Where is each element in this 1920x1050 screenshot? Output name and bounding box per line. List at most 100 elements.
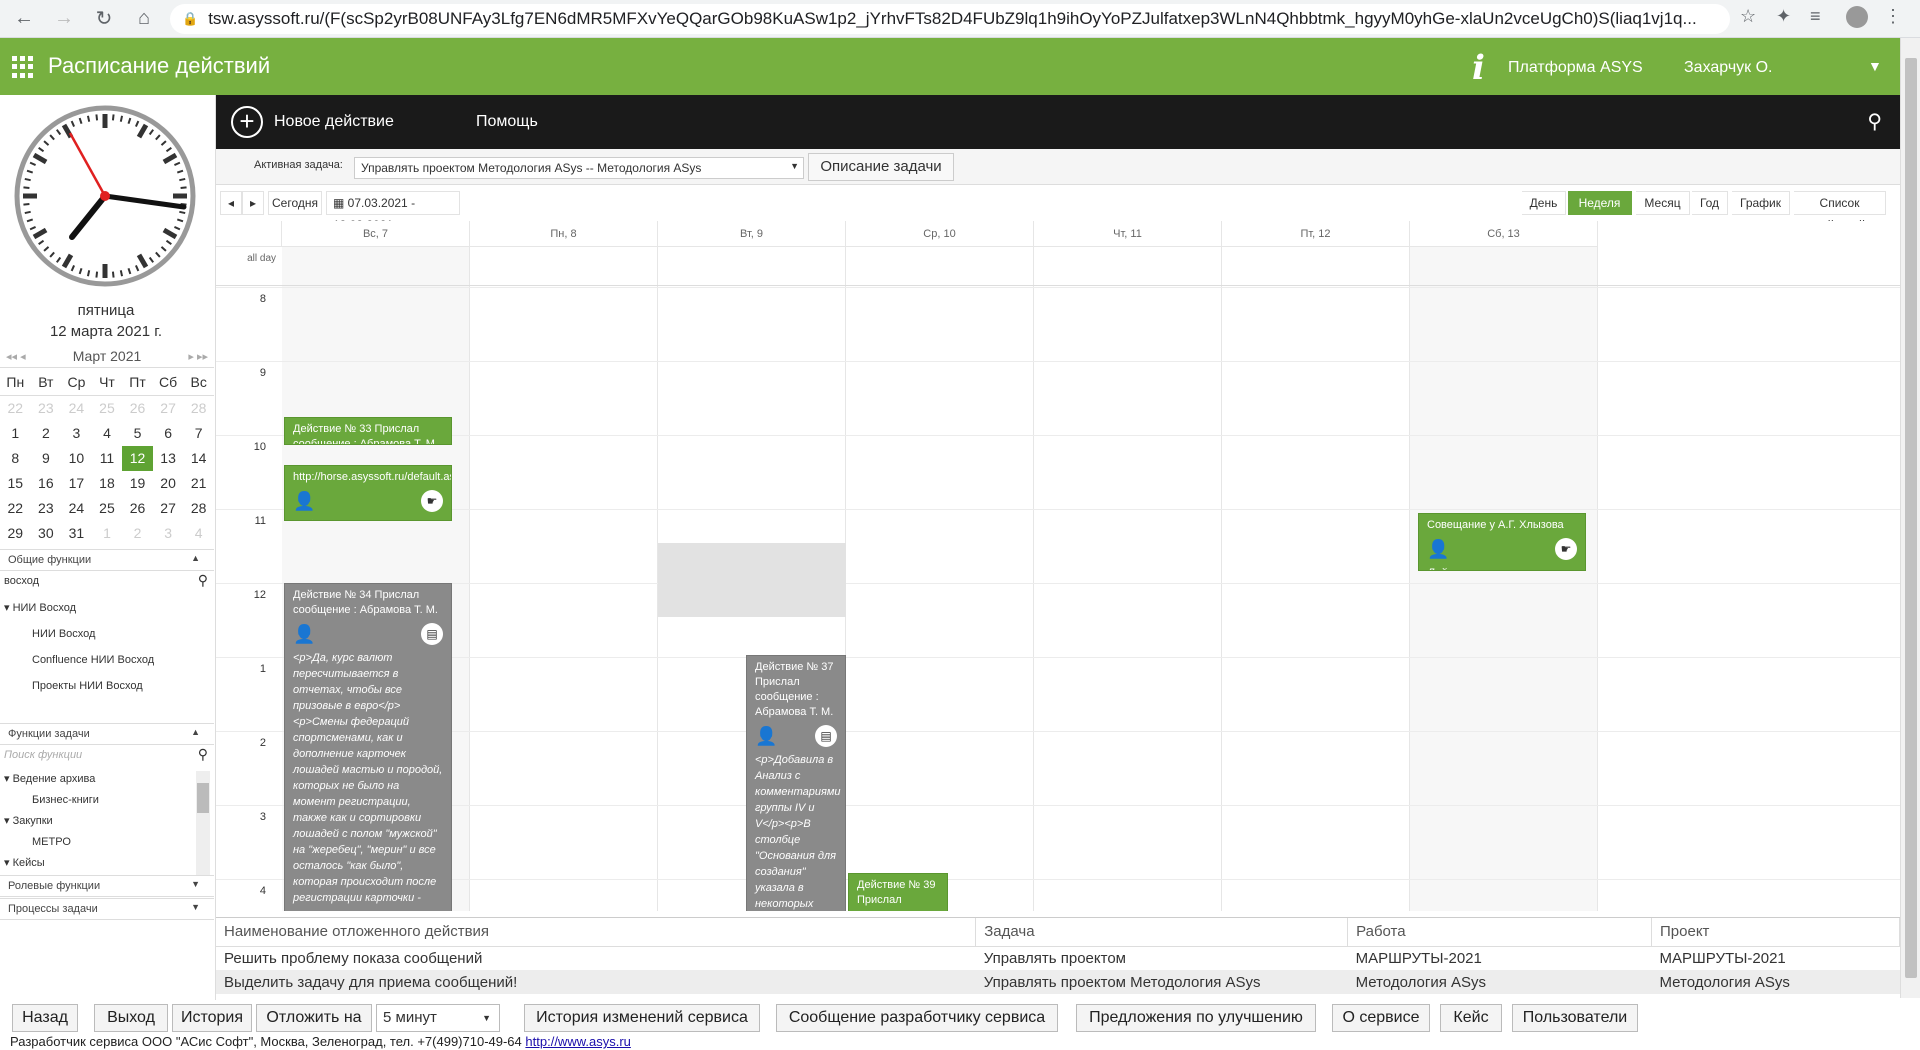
calendar-day[interactable]: 5 — [122, 421, 153, 446]
task-functions-header[interactable]: Функции задачи ▲ — [0, 723, 214, 745]
tree-node[interactable]: ▾ Ведение архива — [0, 769, 200, 790]
calendar-day[interactable]: 23 — [31, 496, 62, 521]
today-button[interactable]: Сегодня — [268, 191, 322, 215]
date-range-picker[interactable]: ▦ 07.03.2021 - 13.03.2021 — [326, 191, 460, 232]
profile-avatar[interactable] — [1846, 6, 1868, 28]
calendar-day[interactable]: 31 — [61, 521, 92, 546]
event-meeting[interactable]: Совещание у А.Г. Хлызова👤☛Действие выпол… — [1418, 513, 1586, 571]
service-history-button[interactable]: История изменений сервиса — [524, 1004, 760, 1032]
calendar-day[interactable]: 24 — [61, 496, 92, 521]
about-service-button[interactable]: О сервисе — [1332, 1004, 1430, 1032]
expand-down-icon[interactable]: ▼ — [191, 902, 200, 912]
calendar-day[interactable]: 19 — [122, 471, 153, 496]
tree-leaf[interactable]: НИИ Восход — [0, 621, 200, 647]
calendar-day[interactable]: 29 — [0, 521, 31, 546]
suggestions-button[interactable]: Предложения по улучшению — [1076, 1004, 1316, 1032]
back-button[interactable]: Назад — [12, 1004, 78, 1032]
search-icon[interactable]: ⚲ — [1867, 109, 1882, 134]
view-button[interactable]: День — [1522, 191, 1566, 215]
view-button[interactable]: График — [1732, 191, 1790, 215]
postpone-select[interactable]: 5 минут ▼ — [376, 1004, 500, 1032]
day-header[interactable]: Пн, 8 — [470, 221, 658, 247]
day-column[interactable] — [1410, 247, 1598, 911]
table-row[interactable]: Решить проблему показа сообщений Управлят… — [216, 946, 1900, 970]
message-icon[interactable]: ▤ — [421, 623, 443, 645]
calendar-day[interactable]: 18 — [92, 471, 123, 496]
view-button[interactable]: Список действий — [1794, 191, 1886, 232]
calendar-day[interactable]: 24 — [61, 396, 92, 421]
help-button[interactable]: Помощь — [476, 113, 538, 131]
calendar-day[interactable]: 20 — [153, 471, 184, 496]
calendar-day[interactable]: 7 — [183, 421, 214, 446]
day-header[interactable]: Вс, 7 — [282, 221, 470, 247]
event-37[interactable]: Действие № 37 Прислал сообщение : Абрамо… — [746, 655, 846, 911]
table-row[interactable]: Выделить задачу для приема сообщений! Упр… — [216, 970, 1900, 994]
calendar-day[interactable]: 30 — [31, 521, 62, 546]
column-header[interactable]: Проект — [1651, 918, 1900, 947]
view-button[interactable]: Год — [1692, 191, 1728, 215]
expand-triangle-icon[interactable]: ▾ — [4, 857, 13, 869]
new-action-button[interactable]: Новое действие — [274, 113, 394, 131]
common-functions-header[interactable]: Общие функции ▲ — [0, 549, 214, 571]
collapse-up-icon[interactable]: ▲ — [191, 553, 200, 563]
calendar-day[interactable]: 10 — [61, 446, 92, 471]
person-icon[interactable]: 👤 — [293, 491, 315, 512]
day-header[interactable]: Сб, 13 — [1410, 221, 1598, 247]
day-column[interactable] — [1222, 247, 1410, 911]
calendar-day[interactable]: 25 — [92, 496, 123, 521]
calendar-day[interactable]: 9 — [31, 446, 62, 471]
calendar-day[interactable]: 22 — [0, 496, 31, 521]
page-scrollbar[interactable] — [1900, 38, 1920, 998]
day-column[interactable] — [470, 247, 658, 911]
event-url[interactable]: http://horse.asyssoft.ru/default.aspx👤☛Д… — [284, 465, 452, 521]
exit-button[interactable]: Выход — [94, 1004, 168, 1032]
calendar-day[interactable]: 27 — [153, 496, 184, 521]
star-icon[interactable]: ☆ — [1740, 6, 1756, 27]
message-developer-button[interactable]: Сообщение разработчику сервиса — [776, 1004, 1058, 1032]
footer-link[interactable]: http://www.asys.ru — [525, 1034, 630, 1049]
plus-circle-icon[interactable]: + — [231, 106, 263, 138]
calendar-day[interactable]: 28 — [183, 396, 214, 421]
calendar-day[interactable]: 15 — [0, 471, 31, 496]
day-column[interactable] — [846, 247, 1034, 911]
column-header[interactable]: Наименование отложенного действия — [216, 918, 977, 947]
column-header[interactable]: Работа — [1347, 918, 1653, 947]
role-functions-header[interactable]: Ролевые функции ▼ — [0, 875, 214, 897]
tree-scrollbar[interactable] — [196, 771, 210, 875]
calendar-day[interactable]: 21 — [183, 471, 214, 496]
calendar-day[interactable]: 14 — [183, 446, 214, 471]
calendar-day[interactable]: 1 — [92, 521, 123, 546]
tree-leaf[interactable]: Бизнес-книги — [0, 790, 200, 811]
postpone-button[interactable]: Отложить на — [256, 1004, 372, 1032]
next-week-icon[interactable]: ▸ — [242, 191, 264, 215]
calendar-day[interactable]: 17 — [61, 471, 92, 496]
expand-triangle-icon[interactable]: ▾ — [4, 773, 13, 785]
user-dropdown-icon[interactable]: ▼ — [1868, 58, 1882, 74]
tree-node[interactable]: ▾ Закупки — [0, 811, 200, 832]
calendar-day[interactable]: 8 — [0, 446, 31, 471]
day-header[interactable]: Ср, 10 — [846, 221, 1034, 247]
event-33[interactable]: Действие № 33 Прислал сообщение : Абрамо… — [284, 417, 452, 445]
users-button[interactable]: Пользователи — [1512, 1004, 1638, 1032]
common-search-input[interactable]: восход ⚲ — [0, 571, 214, 593]
next-year-icon[interactable]: ▸ ▸▸ — [188, 350, 208, 363]
task-processes-header[interactable]: Процессы задачи ▼ — [0, 898, 214, 920]
back-arrow-icon[interactable]: ← — [8, 3, 40, 35]
tree-leaf[interactable]: Проекты НИИ Восход — [0, 673, 200, 699]
day-header[interactable]: Чт, 11 — [1034, 221, 1222, 247]
calendar-day[interactable]: 22 — [0, 396, 31, 421]
calendar-day[interactable]: 27 — [153, 396, 184, 421]
extensions-icon[interactable]: ✦ — [1776, 6, 1791, 27]
person-clock-icon[interactable]: 👤 — [755, 726, 777, 747]
calendar-day[interactable]: 3 — [61, 421, 92, 446]
info-icon[interactable]: i — [1472, 48, 1485, 88]
calendar-day[interactable]: 11 — [92, 446, 123, 471]
expand-triangle-icon[interactable]: ▾ — [4, 815, 13, 827]
expand-triangle-icon[interactable]: ▾ — [4, 602, 13, 614]
message-icon[interactable]: ▤ — [815, 725, 837, 747]
calendar-day[interactable]: 2 — [122, 521, 153, 546]
pointer-hand-icon[interactable]: ☛ — [421, 490, 443, 512]
calendar-day[interactable]: 1 — [0, 421, 31, 446]
tree-leaf[interactable]: Confluence НИИ Восход — [0, 647, 200, 673]
calendar-day[interactable]: 3 — [153, 521, 184, 546]
